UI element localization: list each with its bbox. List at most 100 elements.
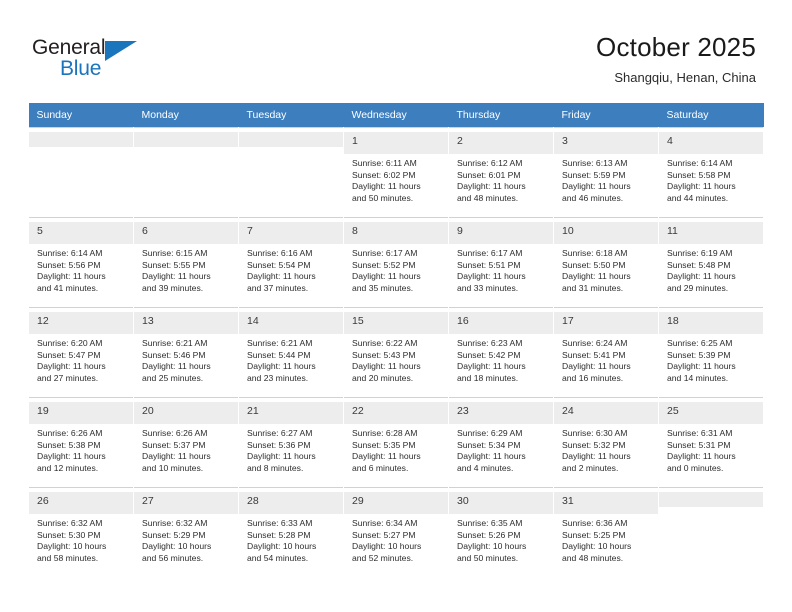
calendar-cell-empty [238,127,344,218]
sunrise-time: Sunrise: 6:15 AM [142,248,208,258]
calendar-cell-empty [658,487,764,578]
calendar-day-cell[interactable]: 9 Sunrise: 6:17 AM Sunset: 5:51 PM Daylight… [448,217,554,308]
sunrise-time: Sunrise: 6:14 AM [667,158,733,168]
calendar-day-cell[interactable]: 8 Sunrise: 6:17 AM Sunset: 5:52 PM Daylight… [343,217,449,308]
day-cell-inner: 3 Sunrise: 6:13 AM Sunset: 5:59 PM Daylight… [554,128,658,217]
sun-times-info: Sunrise: 6:32 AM Sunset: 5:30 PM Daylight:… [37,514,126,564]
calendar-day-cell[interactable]: 18 Sunrise: 6:25 AM Sunset: 5:39 PM Dayligh… [658,307,764,398]
calendar-day-cell[interactable]: 6 Sunrise: 6:15 AM Sunset: 5:55 PM Daylight… [133,217,239,308]
calendar-day-cell[interactable]: 29 Sunrise: 6:34 AM Sunset: 5:27 PM Dayligh… [343,487,449,578]
day-cell-inner [134,128,238,217]
sunset-time: Sunset: 6:01 PM [457,169,521,180]
day-number: 15 [352,315,364,327]
page-header: General Blue October 2025 Shangqiu, Hena… [0,0,792,100]
calendar-day-cell[interactable]: 21 Sunrise: 6:27 AM Sunset: 5:36 PM Dayligh… [238,397,344,488]
calendar-day-cell[interactable]: 4 Sunrise: 6:14 AM Sunset: 5:58 PM Daylight… [658,127,764,218]
calendar-page: General Blue October 2025 Shangqiu, Hena… [0,0,792,612]
daylight-hours: Daylight: 11 hours [37,361,106,372]
sunset-time: Sunset: 5:38 PM [37,439,101,450]
calendar-day-cell[interactable]: 12 Sunrise: 6:20 AM Sunset: 5:47 PM Dayligh… [28,307,134,398]
weekday-header-saturday: Saturday [658,103,764,128]
daylight-hours: Daylight: 11 hours [667,451,736,462]
sun-times-info: Sunrise: 6:25 AM Sunset: 5:39 PM Daylight:… [667,334,756,384]
calendar-day-cell[interactable]: 14 Sunrise: 6:21 AM Sunset: 5:44 PM Dayligh… [238,307,344,398]
sunrise-time: Sunrise: 6:30 AM [562,428,628,438]
day-number-band: 9 [449,222,553,244]
day-number [37,134,126,136]
sunset-time: Sunset: 5:51 PM [457,259,521,270]
calendar-day-cell[interactable]: 22 Sunrise: 6:28 AM Sunset: 5:35 PM Dayligh… [343,397,449,488]
sunrise-time: Sunrise: 6:12 AM [457,158,523,168]
daylight-hours: Daylight: 10 hours [352,541,422,552]
day-number-band: 21 [239,402,343,424]
daylight-hours: Daylight: 11 hours [37,451,106,462]
sun-times-info: Sunrise: 6:22 AM Sunset: 5:43 PM Daylight:… [352,334,441,384]
day-number: 18 [667,315,679,327]
sunset-time: Sunset: 5:28 PM [247,529,311,540]
daylight-hours: Daylight: 11 hours [247,361,316,372]
sunrise-time: Sunrise: 6:21 AM [247,338,313,348]
calendar-day-cell[interactable]: 7 Sunrise: 6:16 AM Sunset: 5:54 PM Daylight… [238,217,344,308]
calendar-day-cell[interactable]: 28 Sunrise: 6:33 AM Sunset: 5:28 PM Dayligh… [238,487,344,578]
calendar-day-cell[interactable]: 19 Sunrise: 6:26 AM Sunset: 5:38 PM Dayligh… [28,397,134,488]
day-number-band: 15 [344,312,448,334]
sunset-time: Sunset: 5:37 PM [142,439,206,450]
daylight-hours: Daylight: 10 hours [457,541,527,552]
sunset-time: Sunset: 5:27 PM [352,529,416,540]
daylight-hours: Daylight: 11 hours [457,181,526,192]
sun-times-info: Sunrise: 6:29 AM Sunset: 5:34 PM Daylight:… [457,424,546,474]
calendar-day-cell[interactable]: 30 Sunrise: 6:35 AM Sunset: 5:26 PM Dayligh… [448,487,554,578]
sun-times-info: Sunrise: 6:30 AM Sunset: 5:32 PM Daylight:… [562,424,651,474]
calendar-day-cell[interactable]: 20 Sunrise: 6:26 AM Sunset: 5:37 PM Dayligh… [133,397,239,488]
calendar-day-cell[interactable]: 1 Sunrise: 6:11 AM Sunset: 6:02 PM Daylight… [343,127,449,218]
sunset-time: Sunset: 5:48 PM [667,259,731,270]
sunrise-time: Sunrise: 6:33 AM [247,518,313,528]
sunset-time: Sunset: 5:54 PM [247,259,311,270]
day-number-band [134,132,238,147]
calendar-day-cell[interactable]: 17 Sunrise: 6:24 AM Sunset: 5:41 PM Dayligh… [553,307,659,398]
sun-times-info: Sunrise: 6:14 AM Sunset: 5:58 PM Daylight:… [667,154,756,204]
sunset-time: Sunset: 5:46 PM [142,349,206,360]
calendar-day-cell[interactable]: 11 Sunrise: 6:19 AM Sunset: 5:48 PM Dayligh… [658,217,764,308]
day-cell-inner: 2 Sunrise: 6:12 AM Sunset: 6:01 PM Daylight… [449,128,553,217]
weekday-header-monday: Monday [133,103,239,128]
calendar-day-cell[interactable]: 26 Sunrise: 6:32 AM Sunset: 5:30 PM Dayligh… [28,487,134,578]
sunset-time: Sunset: 5:56 PM [37,259,101,270]
calendar-day-cell[interactable]: 31 Sunrise: 6:36 AM Sunset: 5:25 PM Dayligh… [553,487,659,578]
day-cell-inner [239,128,343,217]
calendar-day-cell[interactable]: 3 Sunrise: 6:13 AM Sunset: 5:59 PM Daylight… [553,127,659,218]
day-cell-inner: 9 Sunrise: 6:17 AM Sunset: 5:51 PM Daylight… [449,218,553,307]
sun-times-info: Sunrise: 6:36 AM Sunset: 5:25 PM Daylight:… [562,514,651,564]
daylight-minutes: and 14 minutes. [667,372,729,383]
daylight-minutes: and 6 minutes. [352,462,409,473]
calendar-day-cell[interactable]: 15 Sunrise: 6:22 AM Sunset: 5:43 PM Dayligh… [343,307,449,398]
calendar-day-cell[interactable]: 13 Sunrise: 6:21 AM Sunset: 5:46 PM Dayligh… [133,307,239,398]
day-cell-inner: 10 Sunrise: 6:18 AM Sunset: 5:50 PM Dayligh… [554,218,658,307]
daylight-hours: Daylight: 11 hours [352,271,421,282]
calendar-day-cell[interactable]: 24 Sunrise: 6:30 AM Sunset: 5:32 PM Dayligh… [553,397,659,488]
calendar-day-cell[interactable]: 27 Sunrise: 6:32 AM Sunset: 5:29 PM Dayligh… [133,487,239,578]
day-number: 29 [352,495,364,507]
calendar-cell-empty [133,127,239,218]
calendar-day-cell[interactable]: 23 Sunrise: 6:29 AM Sunset: 5:34 PM Dayligh… [448,397,554,488]
calendar-day-cell[interactable]: 5 Sunrise: 6:14 AM Sunset: 5:56 PM Daylight… [28,217,134,308]
daylight-hours: Daylight: 11 hours [562,361,631,372]
sun-times-info: Sunrise: 6:21 AM Sunset: 5:46 PM Daylight:… [142,334,231,384]
daylight-minutes: and 50 minutes. [457,552,519,563]
daylight-minutes: and 16 minutes. [562,372,624,383]
generalblue-logo[interactable]: General Blue [32,36,152,84]
sun-times-info: Sunrise: 6:28 AM Sunset: 5:35 PM Daylight:… [352,424,441,474]
day-number: 27 [142,495,154,507]
title-block: October 2025 Shangqiu, Henan, China [596,30,756,88]
calendar-day-cell[interactable]: 10 Sunrise: 6:18 AM Sunset: 5:50 PM Dayligh… [553,217,659,308]
daylight-hours: Daylight: 11 hours [352,361,421,372]
calendar-day-cell[interactable]: 2 Sunrise: 6:12 AM Sunset: 6:01 PM Daylight… [448,127,554,218]
calendar-day-cell[interactable]: 16 Sunrise: 6:23 AM Sunset: 5:42 PM Dayligh… [448,307,554,398]
sunrise-time: Sunrise: 6:11 AM [352,158,417,168]
page-title: October 2025 [596,32,756,62]
day-cell-inner: 16 Sunrise: 6:23 AM Sunset: 5:42 PM Dayligh… [449,308,553,397]
day-number: 20 [142,405,154,417]
daylight-hours: Daylight: 11 hours [667,271,736,282]
day-number-band: 20 [134,402,238,424]
calendar-day-cell[interactable]: 25 Sunrise: 6:31 AM Sunset: 5:31 PM Dayligh… [658,397,764,488]
